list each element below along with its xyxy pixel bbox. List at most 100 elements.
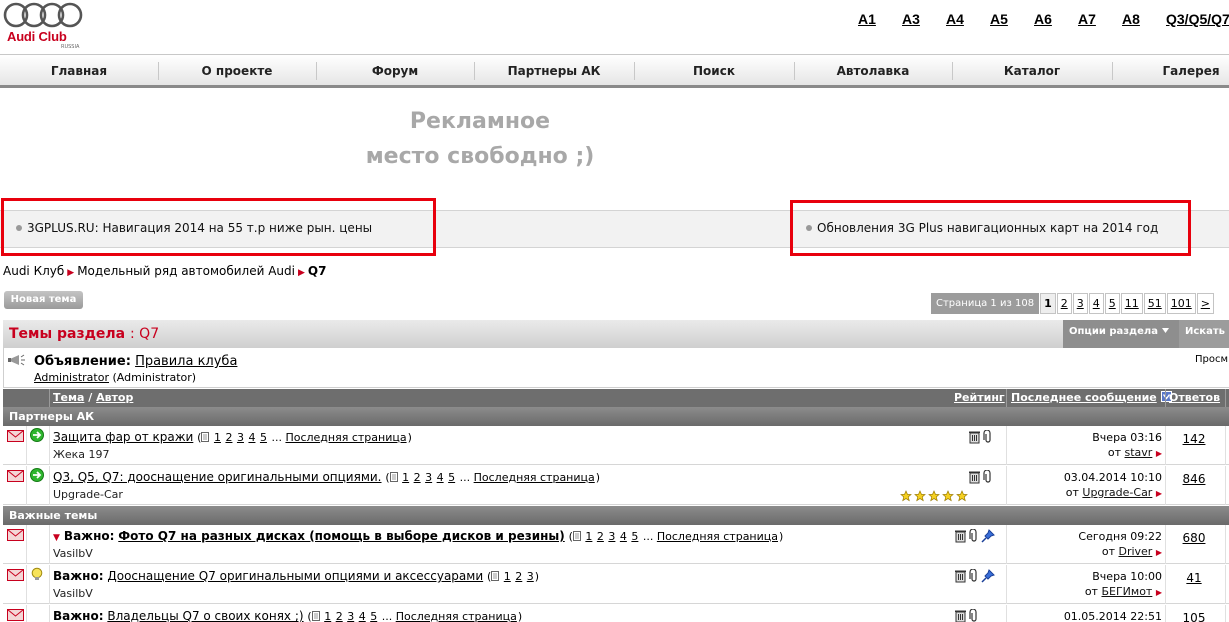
nav-item-forum[interactable]: Форум bbox=[316, 55, 474, 86]
site-header: Audi Club RUSSIA A1 A3 A4 A5 A6 A7 A8 Q3… bbox=[0, 0, 1229, 54]
page-link[interactable]: 3 bbox=[1072, 293, 1088, 314]
thread-page-link[interactable]: 2 bbox=[414, 471, 421, 484]
trash-icon[interactable] bbox=[954, 609, 967, 622]
thread-page-link[interactable]: 2 bbox=[597, 530, 604, 543]
trash-icon[interactable] bbox=[968, 470, 981, 484]
envelope-icon bbox=[7, 569, 24, 581]
thread-page-link[interactable]: 1 bbox=[214, 431, 221, 444]
cell-divider bbox=[1225, 466, 1226, 505]
page-link[interactable]: 4 bbox=[1088, 293, 1104, 314]
thread-title-link[interactable]: Фото Q7 на разных дисках (помощь в выбор… bbox=[118, 529, 564, 543]
model-link-a1[interactable]: A1 bbox=[858, 11, 876, 27]
trash-icon[interactable] bbox=[954, 569, 967, 583]
model-link-q3-q5-q7[interactable]: Q3/Q5/Q7 bbox=[1166, 11, 1229, 27]
announcement-link[interactable]: Правила клуба bbox=[135, 354, 237, 369]
thread-page-link[interactable]: 5 bbox=[370, 610, 377, 622]
thread-page-link[interactable]: 4 bbox=[248, 431, 255, 444]
sort-by-topic[interactable]: Тема bbox=[53, 391, 84, 404]
thread-last-page-link[interactable]: Последняя страница bbox=[285, 431, 406, 444]
nav-item-home[interactable]: Главная bbox=[0, 55, 158, 86]
page-link[interactable]: 101 bbox=[1166, 293, 1196, 314]
sort-by-author[interactable]: Автор bbox=[96, 391, 133, 404]
thread-page-link[interactable]: 5 bbox=[260, 431, 267, 444]
nav-item-search[interactable]: Поиск bbox=[634, 55, 794, 86]
model-link-a8[interactable]: A8 bbox=[1122, 11, 1140, 27]
thread-title-link[interactable]: Защита фар от кражи bbox=[53, 430, 193, 444]
last-post-user-link[interactable]: БЕГИмот bbox=[1101, 585, 1152, 598]
section-partners: Партнеры АК bbox=[3, 407, 1229, 426]
column-divider bbox=[1006, 389, 1007, 407]
thread-title-link[interactable]: Владельцы Q7 о своих конях ;) bbox=[107, 609, 303, 622]
thread-page-link[interactable]: 3 bbox=[608, 530, 615, 543]
nav-item-gallery[interactable]: Галерея bbox=[1112, 55, 1229, 86]
thread-replies-count[interactable]: 41 bbox=[1168, 571, 1220, 585]
pagination: Страница 1 из 108 1 2 3 4 5 11 51 101 > bbox=[930, 293, 1214, 314]
thread-page-link[interactable]: 3 bbox=[347, 610, 354, 622]
thread-page-link[interactable]: 4 bbox=[359, 610, 366, 622]
thread-page-link[interactable]: 4 bbox=[620, 530, 627, 543]
go-to-last-post-icon[interactable]: ▶ bbox=[1156, 588, 1162, 597]
trash-icon[interactable] bbox=[968, 430, 981, 444]
thread-title-link[interactable]: Q3, Q5, Q7: дооснащение оригинальными оп… bbox=[53, 470, 382, 484]
envelope-icon bbox=[7, 609, 24, 621]
last-post-date: Вчера 03:16 bbox=[1092, 431, 1162, 444]
thread-page-link[interactable]: 5 bbox=[631, 530, 638, 543]
thread-page-link[interactable]: 3 bbox=[425, 471, 432, 484]
sort-by-last-post[interactable]: Последнее сообщение bbox=[1011, 391, 1172, 404]
model-link-a4[interactable]: A4 bbox=[946, 11, 964, 27]
announcement-author-link[interactable]: Administrator bbox=[34, 371, 109, 384]
model-link-a5[interactable]: A5 bbox=[990, 11, 1008, 27]
go-to-last-post-icon[interactable]: ▶ bbox=[1156, 489, 1162, 498]
thread-page-link[interactable]: 2 bbox=[225, 431, 232, 444]
model-link-a7[interactable]: A7 bbox=[1078, 11, 1096, 27]
page-link[interactable]: 51 bbox=[1143, 293, 1166, 314]
nav-item-autoshop[interactable]: Автолавка bbox=[794, 55, 952, 86]
last-post-user-link[interactable]: Upgrade-Car bbox=[1082, 486, 1152, 499]
breadcrumb-link-models[interactable]: Модельный ряд автомобилей Audi bbox=[77, 264, 295, 278]
page-link[interactable]: 2 bbox=[1056, 293, 1072, 314]
nav-item-about[interactable]: О проекте bbox=[158, 55, 316, 86]
thread-pages: ( 1 2 3 4 5 ... Последняя страница) bbox=[197, 431, 412, 444]
thread-replies-count[interactable]: 105 bbox=[1168, 611, 1220, 622]
thread-page-link[interactable]: 4 bbox=[437, 471, 444, 484]
thread-page-link[interactable]: 1 bbox=[402, 471, 409, 484]
thread-last-page-link[interactable]: Последняя страница bbox=[474, 471, 595, 484]
nav-item-partners[interactable]: Партнеры АК bbox=[474, 55, 634, 86]
thread-page-link[interactable]: 5 bbox=[448, 471, 455, 484]
search-in-forum-button[interactable]: Искать в bbox=[1179, 320, 1229, 348]
thread-author: VasilbV bbox=[53, 587, 93, 600]
thread-page-link[interactable]: 2 bbox=[336, 610, 343, 622]
nav-item-catalog[interactable]: Каталог bbox=[952, 55, 1112, 86]
thread-page-link[interactable]: 2 bbox=[515, 570, 522, 583]
model-link-a3[interactable]: A3 bbox=[902, 11, 920, 27]
go-to-last-post-icon[interactable]: ▶ bbox=[1156, 548, 1162, 557]
page-link[interactable]: 5 bbox=[1104, 293, 1120, 314]
thread-replies-count[interactable]: 680 bbox=[1168, 531, 1220, 545]
thread-page-link[interactable]: 1 bbox=[585, 530, 592, 543]
go-to-last-post-icon[interactable]: ▶ bbox=[1156, 449, 1162, 458]
new-topic-button[interactable]: Новая тема bbox=[4, 291, 83, 309]
page-link[interactable]: 11 bbox=[1120, 293, 1143, 314]
thread-page-link[interactable]: 1 bbox=[324, 610, 331, 622]
model-link-a6[interactable]: A6 bbox=[1034, 11, 1052, 27]
multipage-icon bbox=[201, 432, 210, 442]
thread-last-post: Сегодня 09:22 от Driver ▶ bbox=[1006, 529, 1162, 560]
thread-last-page-link[interactable]: Последняя страница bbox=[657, 530, 778, 543]
thread-replies-count[interactable]: 846 bbox=[1168, 472, 1220, 486]
page-next[interactable]: > bbox=[1196, 293, 1214, 314]
last-post-user-link[interactable]: Driver bbox=[1118, 545, 1152, 558]
thread-replies-count[interactable]: 142 bbox=[1168, 432, 1220, 446]
cell-divider bbox=[1165, 605, 1166, 622]
thread-page-link[interactable]: 3 bbox=[237, 431, 244, 444]
thread-page-link[interactable]: 3 bbox=[527, 570, 534, 583]
thread-title-link[interactable]: Дооснащение Q7 оригинальными опциями и а… bbox=[107, 569, 483, 583]
trash-icon[interactable] bbox=[954, 529, 967, 543]
thread-last-page-link[interactable]: Последняя страница bbox=[396, 610, 517, 622]
thread-page-link[interactable]: 1 bbox=[504, 570, 511, 583]
lightbulb-icon bbox=[31, 567, 43, 580]
sort-by-replies[interactable]: Ответов bbox=[1169, 391, 1220, 404]
breadcrumb-link-audi-club[interactable]: Audi Клуб bbox=[3, 264, 64, 278]
forum-options-button[interactable]: Опции раздела bbox=[1063, 320, 1179, 348]
last-post-user-link[interactable]: stavr bbox=[1125, 446, 1153, 459]
sort-by-rating[interactable]: Рейтинг bbox=[954, 391, 1005, 404]
